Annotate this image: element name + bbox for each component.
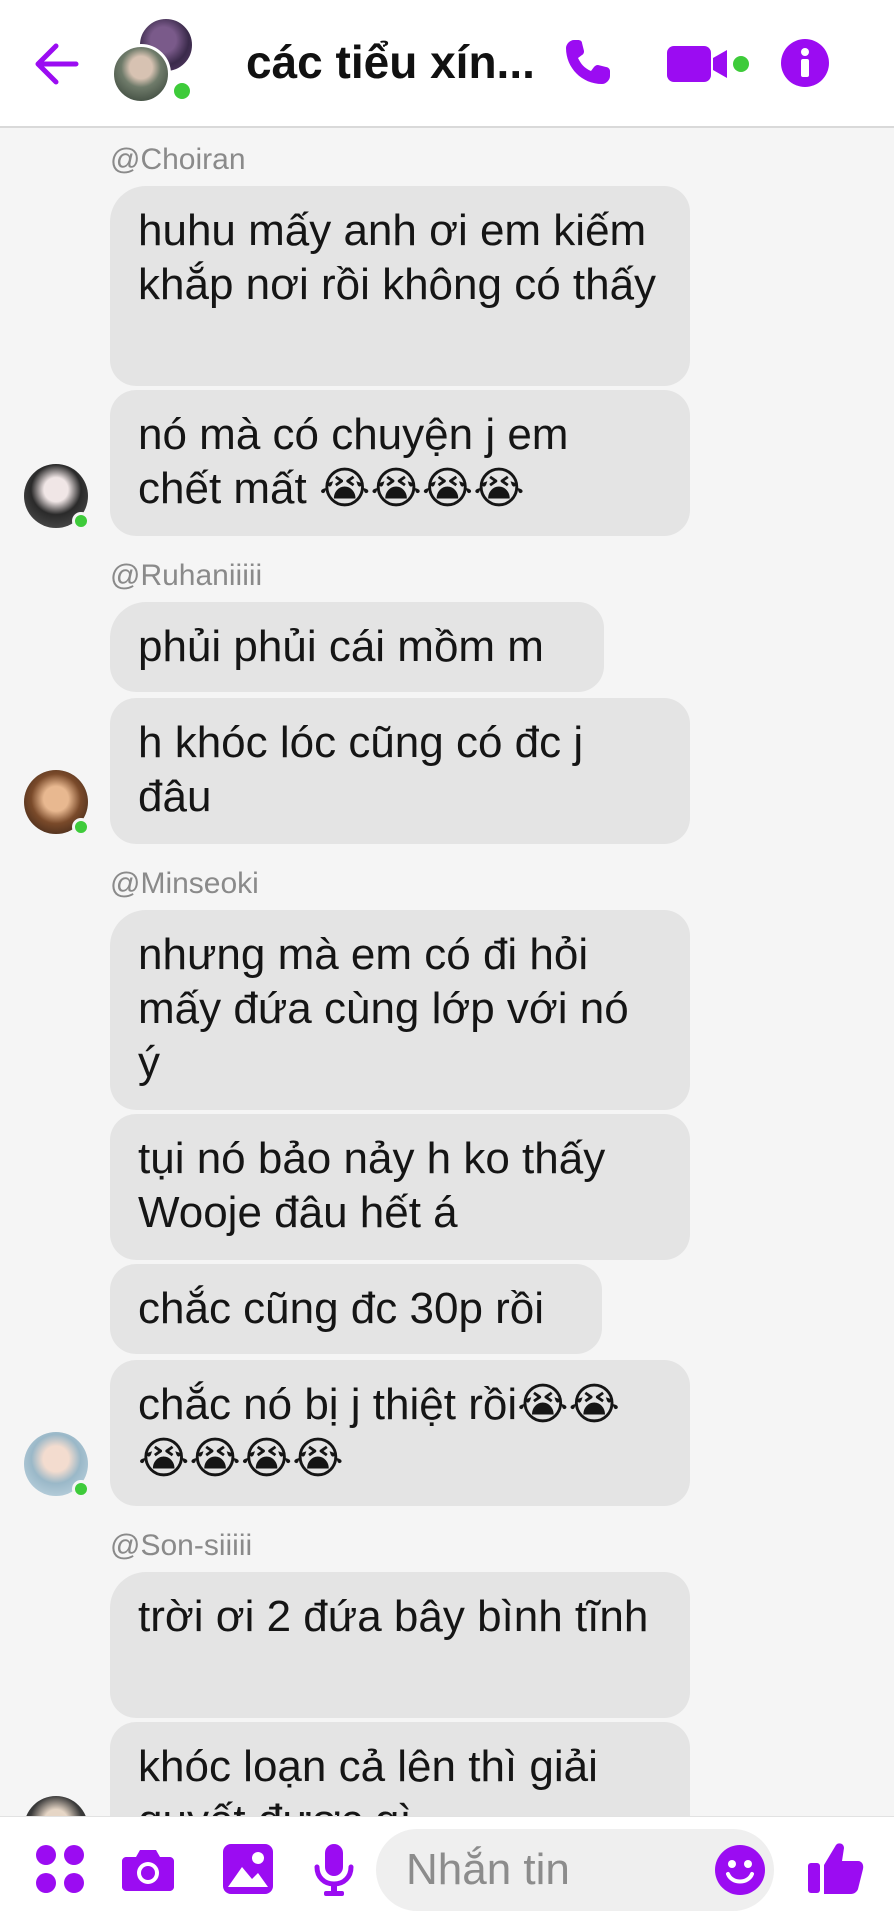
composer-bar: Nhắn tin: [0, 1816, 894, 1920]
microphone-icon[interactable]: [306, 1841, 362, 1897]
sender-avatar[interactable]: [24, 1432, 90, 1498]
video-camera-icon[interactable]: [665, 42, 755, 86]
message-bubble[interactable]: chắc nó bị j thiệt rồi😭😭😭😭😭😭: [110, 1360, 690, 1506]
message-input-placeholder: Nhắn tin: [406, 1845, 570, 1894]
message-list[interactable]: @Choiran huhu mấy anh ơi em kiếm khắp nơ…: [0, 130, 894, 1816]
conversation-title[interactable]: các tiểu xín...: [246, 34, 536, 90]
message-bubble[interactable]: chắc cũng đc 30p rồi: [110, 1264, 602, 1354]
camera-icon[interactable]: [120, 1841, 176, 1897]
sender-name: @Son-siiiii: [110, 1529, 253, 1562]
sender-avatar[interactable]: [24, 1796, 88, 1816]
sender-avatar[interactable]: [24, 464, 90, 530]
message-bubble[interactable]: khóc loạn cả lên thì giải quyết được gì: [110, 1722, 690, 1816]
image-icon[interactable]: [220, 1841, 276, 1897]
group-avatar[interactable]: [105, 16, 205, 106]
sender-name: @Choiran: [110, 143, 246, 176]
member-avatar-front: [111, 44, 171, 104]
message-bubble[interactable]: nhưng mà em có đi hỏi mấy đứa cùng lớp v…: [110, 910, 690, 1110]
message-bubble[interactable]: nó mà có chuyện j em chết mất 😭😭😭😭: [110, 390, 690, 536]
online-status-dot: [72, 818, 90, 836]
online-status-dot: [72, 1480, 90, 1498]
apps-grid-icon[interactable]: [32, 1841, 88, 1897]
conversation-header: các tiểu xín...: [0, 0, 894, 128]
message-bubble[interactable]: huhu mấy anh ơi em kiếm khắp nơi rồi khô…: [110, 186, 690, 386]
phone-icon[interactable]: [560, 36, 614, 90]
message-bubble[interactable]: trời ơi 2 đứa bây bình tĩnh: [110, 1572, 690, 1718]
sender-avatar[interactable]: [24, 770, 90, 836]
online-status-dot: [72, 512, 90, 530]
message-input[interactable]: Nhắn tin: [376, 1829, 774, 1911]
message-bubble[interactable]: h khóc lóc cũng có đc j đâu: [110, 698, 690, 844]
thumbs-up-icon[interactable]: [806, 1839, 866, 1897]
sender-name: @Ruhaniiiii: [110, 559, 263, 592]
message-bubble[interactable]: phủi phủi cái mồm m: [110, 602, 604, 692]
info-icon[interactable]: [780, 38, 830, 88]
sender-name: @Minseoki: [110, 867, 259, 900]
emoji-icon[interactable]: [712, 1842, 768, 1898]
online-status-dot: [171, 80, 193, 102]
message-bubble[interactable]: tụi nó bảo nảy h ko thấy Wooje đâu hết á: [110, 1114, 690, 1260]
back-arrow-icon[interactable]: [32, 40, 82, 88]
